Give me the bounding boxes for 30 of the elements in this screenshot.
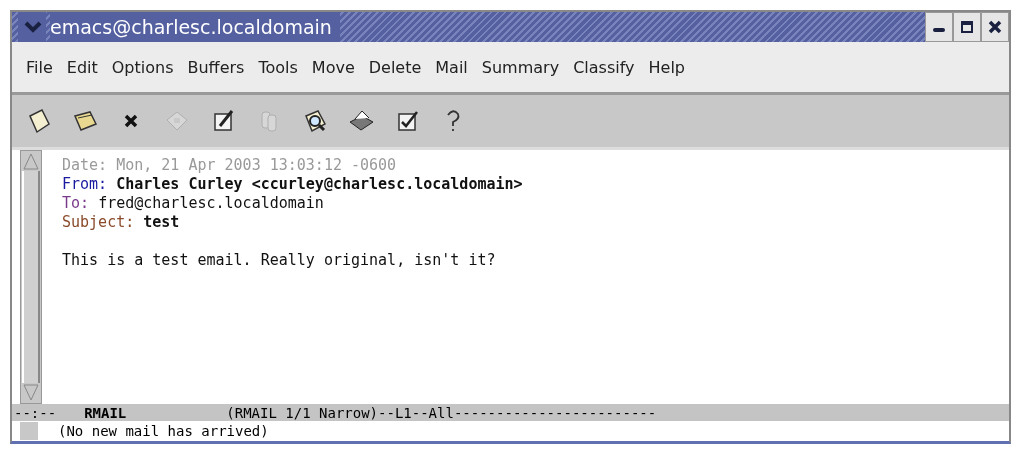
header-line: To: fred@charlesc.localdomain: [62, 194, 325, 213]
header-line: Date: Mon, 21 Apr 2003 13:03:12 -0600: [62, 156, 398, 175]
maximize-button[interactable]: [953, 12, 981, 42]
header-line: Subject: test: [62, 213, 181, 232]
header-line: From: Charles Curley <ccurley@charlesc.localdomain>: [62, 175, 523, 194]
menu-item[interactable]: Mail: [435, 57, 468, 77]
minibuffer-message: (No new mail has arrived): [58, 423, 269, 439]
buffer-name: RMAIL: [84, 404, 127, 421]
close-button[interactable]: [981, 12, 1009, 42]
menu-item[interactable]: Buffers: [187, 57, 245, 77]
mode-status: --:--: [14, 404, 57, 421]
menu-item[interactable]: Tools: [258, 57, 298, 77]
menu-item[interactable]: Edit: [66, 57, 98, 77]
menu-item[interactable]: Delete: [368, 57, 422, 77]
menu-item[interactable]: Options: [111, 57, 174, 77]
maximize-icon: [960, 20, 974, 34]
message-body: This is a test email. Really original, isn't it?: [62, 251, 497, 270]
menu-item[interactable]: Move: [311, 57, 355, 77]
minimize-button[interactable]: [925, 12, 953, 42]
menu-item[interactable]: File: [26, 57, 53, 77]
menu-item[interactable]: Summary: [481, 57, 560, 77]
window-title: emacs@charlesc.localdomain: [50, 12, 340, 42]
menu-item[interactable]: Help: [648, 57, 685, 77]
minimize-icon: [933, 28, 945, 32]
scroll-bar[interactable]: [20, 150, 42, 404]
close-icon: [988, 20, 1002, 34]
scroll-thumb[interactable]: [22, 171, 40, 383]
menu-item[interactable]: Classify: [573, 57, 635, 77]
chevron-icon[interactable]: [18, 12, 46, 42]
mode-info: (RMAIL 1/1 Narrow)--L1--All------------------------: [226, 404, 657, 421]
